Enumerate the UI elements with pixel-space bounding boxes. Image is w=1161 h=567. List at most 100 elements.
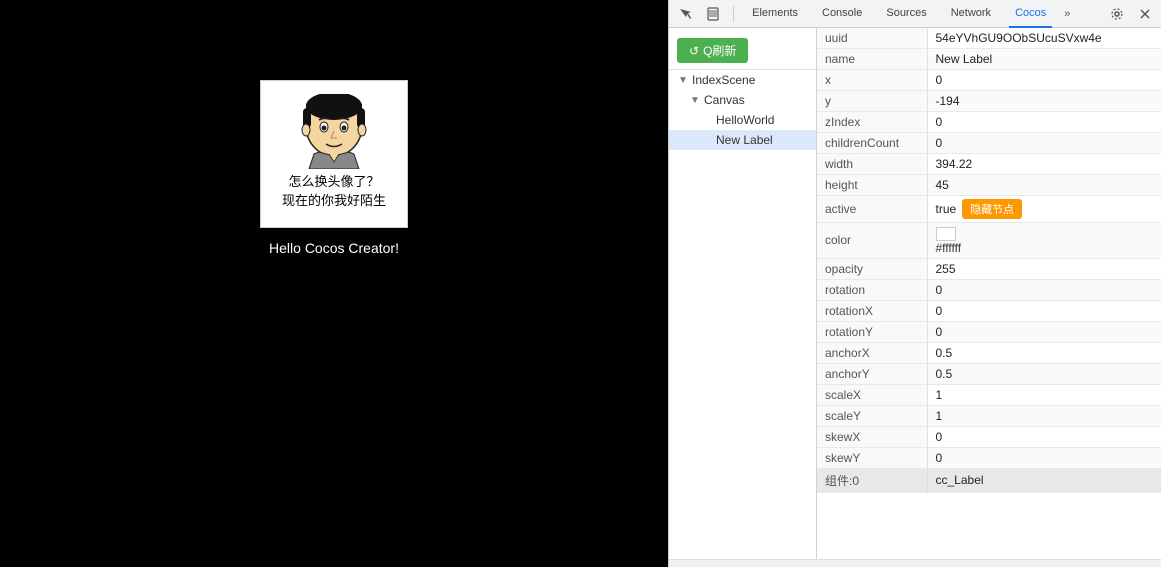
properties-panel: uuid 54eYVhGU9OObSUcuSVxw4e name New Lab… (817, 28, 1161, 559)
prop-key-component: 组件:0 (817, 468, 927, 492)
prop-val-name: New Label (927, 49, 1161, 70)
tree-item-indexscene[interactable]: ▼ IndexScene (669, 70, 816, 90)
prop-key-anchorx: anchorX (817, 342, 927, 363)
toolbar-separator (733, 6, 734, 22)
tree-item-canvas[interactable]: ▼ Canvas (669, 90, 816, 110)
prop-val-rotation: 0 (927, 279, 1161, 300)
prop-val-active: true 隐藏节点 (928, 196, 1161, 222)
prop-key-anchory: anchorY (817, 363, 927, 384)
arrow-helloworld (701, 114, 713, 126)
prop-anchorx: anchorX 0.5 (817, 342, 1161, 363)
prop-key-zindex: zIndex (817, 112, 927, 133)
prop-childrencount: childrenCount 0 (817, 133, 1161, 154)
prop-key-skewy: skewY (817, 447, 927, 468)
prop-key-childrencount: childrenCount (817, 133, 927, 154)
devtools-main: ↺ Q刷新 ▼ IndexScene ▼ Canvas HelloWorld N… (669, 28, 1161, 559)
refresh-icon: ↺ (689, 44, 699, 58)
prop-y: y -194 (817, 91, 1161, 112)
prop-val-childrencount: 0 (927, 133, 1161, 154)
prop-key-x: x (817, 70, 927, 91)
prop-key-width: width (817, 154, 927, 175)
prop-val-component: cc_Label (927, 468, 1161, 492)
prop-zindex: zIndex 0 (817, 112, 1161, 133)
devtools-panel: Elements Console Sources Network Cocos »… (668, 0, 1161, 567)
prop-width: width 394.22 (817, 154, 1161, 175)
prop-key-name: name (817, 49, 927, 70)
refresh-button-area: ↺ Q刷新 (669, 32, 816, 70)
prop-opacity: opacity 255 (817, 258, 1161, 279)
tab-elements[interactable]: Elements (746, 0, 804, 28)
prop-color: color #ffffff (817, 223, 1161, 259)
hello-cocos-text: Hello Cocos Creator! (269, 240, 399, 256)
game-canvas-area: 怎么换头像了？ 现在的你我好陌生 Hello Cocos Creator! (0, 0, 668, 567)
prop-skewy: skewY 0 (817, 447, 1161, 468)
prop-key-uuid: uuid (817, 28, 927, 49)
color-swatch[interactable] (936, 227, 956, 241)
prop-val-scaley: 1 (927, 405, 1161, 426)
prop-key-y: y (817, 91, 927, 112)
prop-height: height 45 (817, 175, 1161, 196)
prop-key-rotationx: rotationX (817, 300, 927, 321)
prop-anchory: anchorY 0.5 (817, 363, 1161, 384)
prop-val-width: 394.22 (927, 154, 1161, 175)
prop-name: name New Label (817, 49, 1161, 70)
prop-component: 组件:0 cc_Label (817, 468, 1161, 492)
prop-key-opacity: opacity (817, 258, 927, 279)
prop-key-skewx: skewX (817, 426, 927, 447)
prop-rotationx: rotationX 0 (817, 300, 1161, 321)
prop-key-rotation: rotation (817, 279, 927, 300)
device-icon[interactable] (705, 5, 721, 23)
prop-key-height: height (817, 175, 927, 196)
arrow-newlabel (701, 134, 713, 146)
prop-key-active: active (817, 196, 927, 223)
close-icon[interactable] (1137, 5, 1153, 23)
prop-val-x: 0 (927, 70, 1161, 91)
prop-key-rotationy: rotationY (817, 321, 927, 342)
prop-active: active true 隐藏节点 (817, 196, 1161, 223)
cursor-icon[interactable] (677, 5, 693, 23)
tab-console[interactable]: Console (816, 0, 868, 28)
prop-val-scalex: 1 (927, 384, 1161, 405)
prop-key-color: color (817, 223, 927, 259)
prop-key-scalex: scaleX (817, 384, 927, 405)
game-content: 怎么换头像了？ 现在的你我好陌生 Hello Cocos Creator! (260, 80, 408, 256)
devtools-scrollbar[interactable] (669, 559, 1161, 567)
meme-text: 怎么换头像了？ 现在的你我好陌生 (276, 169, 392, 213)
devtools-toolbar: Elements Console Sources Network Cocos » (669, 0, 1161, 28)
tab-network[interactable]: Network (945, 0, 997, 28)
tab-sources[interactable]: Sources (880, 0, 932, 28)
meme-face-svg (289, 94, 379, 169)
prop-val-height: 45 (927, 175, 1161, 196)
prop-scalex: scaleX 1 (817, 384, 1161, 405)
prop-val-anchory: 0.5 (927, 363, 1161, 384)
properties-table: uuid 54eYVhGU9OObSUcuSVxw4e name New Lab… (817, 28, 1161, 493)
arrow-canvas: ▼ (689, 94, 701, 106)
arrow-indexscene: ▼ (677, 74, 689, 86)
prop-val-opacity: 255 (927, 258, 1161, 279)
prop-val-color: #ffffff (927, 223, 1161, 259)
prop-rotationy: rotationY 0 (817, 321, 1161, 342)
prop-x: x 0 (817, 70, 1161, 91)
prop-val-skewx: 0 (927, 426, 1161, 447)
tabs-more-btn[interactable]: » (1064, 8, 1070, 20)
prop-val-anchorx: 0.5 (927, 342, 1161, 363)
refresh-button[interactable]: ↺ Q刷新 (677, 38, 748, 63)
settings-icon[interactable] (1109, 5, 1125, 23)
prop-val-rotationx: 0 (927, 300, 1161, 321)
prop-uuid: uuid 54eYVhGU9OObSUcuSVxw4e (817, 28, 1161, 49)
tree-item-newlabel[interactable]: New Label (669, 130, 816, 150)
hide-node-button[interactable]: 隐藏节点 (962, 199, 1022, 219)
prop-val-y: -194 (927, 91, 1161, 112)
prop-skewx: skewX 0 (817, 426, 1161, 447)
prop-rotation: rotation 0 (817, 279, 1161, 300)
prop-val-skewy: 0 (927, 447, 1161, 468)
tab-cocos[interactable]: Cocos (1009, 0, 1052, 28)
tree-item-helloworld[interactable]: HelloWorld (669, 110, 816, 130)
color-hex-value: #ffffff (936, 241, 962, 255)
meme-image: 怎么换头像了？ 现在的你我好陌生 (260, 80, 408, 228)
prop-val-rotationy: 0 (927, 321, 1161, 342)
prop-scaley: scaleY 1 (817, 405, 1161, 426)
prop-val-zindex: 0 (927, 112, 1161, 133)
scene-tree-panel: ↺ Q刷新 ▼ IndexScene ▼ Canvas HelloWorld N… (669, 28, 817, 559)
prop-key-scaley: scaleY (817, 405, 927, 426)
